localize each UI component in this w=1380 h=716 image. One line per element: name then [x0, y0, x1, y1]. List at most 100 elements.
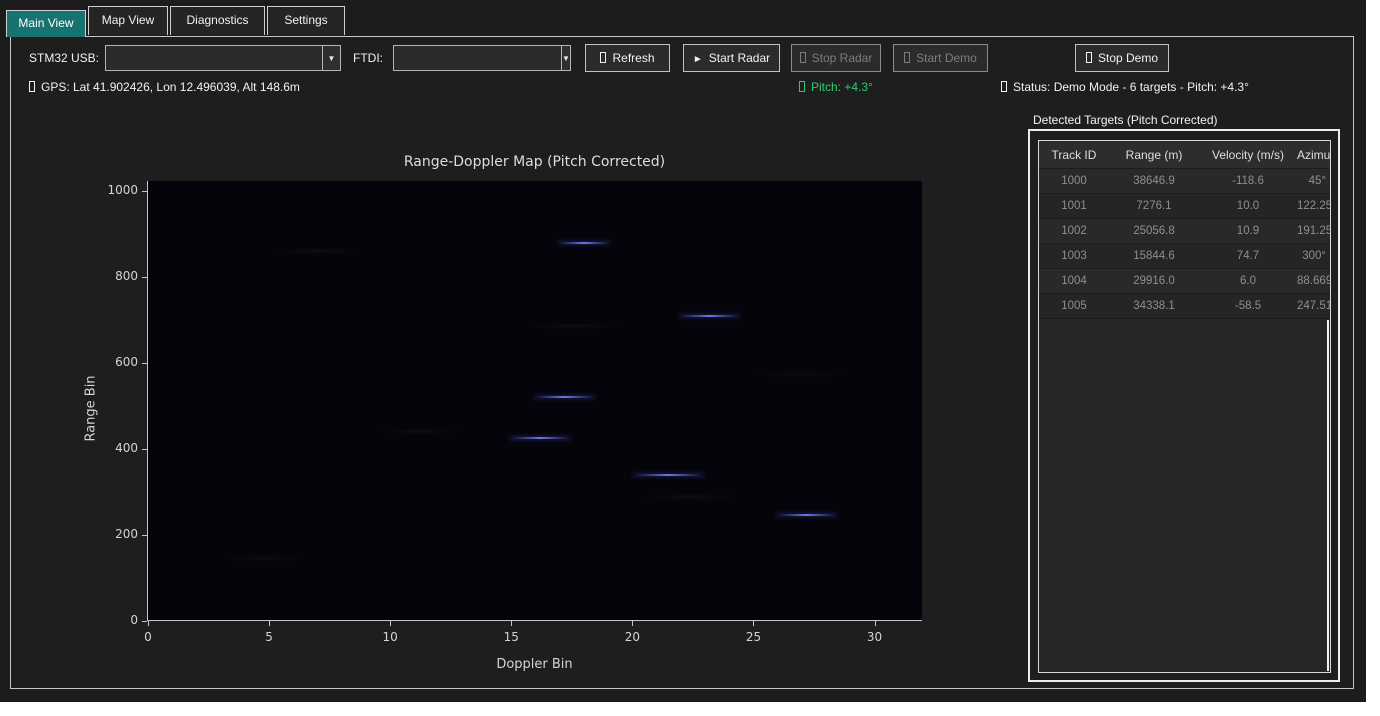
y-tick-label: 800 — [92, 269, 138, 283]
y-tick-label: 200 — [92, 527, 138, 541]
x-tick — [390, 621, 391, 626]
table-cell: 1003 — [1039, 250, 1109, 262]
chevron-down-icon[interactable]: ▼ — [561, 46, 570, 70]
table-cell: 25056.8 — [1109, 225, 1199, 237]
stop-icon — [1086, 52, 1092, 63]
table-cell: 247.5104 — [1297, 300, 1331, 312]
stm32-port-input[interactable] — [106, 46, 322, 70]
start-radar-button[interactable]: ►Start Radar — [683, 44, 780, 72]
status-icon — [1001, 81, 1007, 92]
table-cell: 1000 — [1039, 175, 1109, 187]
table-cell: 122.2510 — [1297, 200, 1331, 212]
x-tick — [753, 621, 754, 626]
tab-main-view[interactable]: Main View — [6, 10, 86, 37]
table-cell: 6.0 — [1199, 275, 1297, 287]
target-streak — [678, 315, 741, 317]
x-tick-label: 30 — [855, 630, 895, 644]
tab-settings[interactable]: Settings — [267, 6, 345, 35]
targets-table[interactable]: Track ID Range (m) Velocity (m/s) Azimu … — [1038, 140, 1331, 673]
table-cell: -58.5 — [1199, 300, 1297, 312]
chevron-down-icon[interactable]: ▼ — [322, 46, 340, 70]
x-tick-label: 0 — [128, 630, 168, 644]
col-track-id: Track ID — [1039, 148, 1109, 162]
demo-icon — [904, 52, 910, 63]
refresh-button[interactable]: Refresh — [585, 44, 670, 72]
table-cell: -118.6 — [1199, 175, 1297, 187]
x-tick — [632, 621, 633, 626]
x-tick-label: 20 — [612, 630, 652, 644]
system-status: Status: Demo Mode - 6 targets - Pitch: +… — [1001, 80, 1249, 94]
table-cell: 15844.6 — [1109, 250, 1199, 262]
x-tick-label: 5 — [249, 630, 289, 644]
table-row[interactable]: 100429916.06.088.66998 — [1039, 269, 1330, 294]
tab-diagnostics[interactable]: Diagnostics — [170, 6, 265, 35]
table-cell: 1002 — [1039, 225, 1109, 237]
x-tick — [269, 621, 270, 626]
targets-table-body: 100038646.9-118.645°10017276.110.0122.25… — [1039, 169, 1330, 319]
table-row[interactable]: 100534338.1-58.5247.5104 — [1039, 294, 1330, 319]
y-tick — [142, 363, 147, 364]
table-cell: 7276.1 — [1109, 200, 1199, 212]
y-tick-label: 1000 — [92, 183, 138, 197]
table-row[interactable]: 100315844.674.7300° — [1039, 244, 1330, 269]
table-cell: 29916.0 — [1109, 275, 1199, 287]
ftdi-port-input[interactable] — [394, 46, 561, 70]
table-cell: 34338.1 — [1109, 300, 1199, 312]
table-cell: 38646.9 — [1109, 175, 1199, 187]
y-tick-label: 600 — [92, 355, 138, 369]
play-icon: ► — [693, 54, 703, 65]
table-cell: 45° — [1297, 175, 1330, 187]
col-range: Range (m) — [1109, 148, 1199, 162]
y-tick — [142, 535, 147, 536]
app-window: Main View Map View Diagnostics Settings … — [0, 0, 1366, 702]
y-tick — [142, 191, 147, 192]
pitch-indicator: Pitch: +4.3° — [799, 80, 873, 94]
target-streak — [509, 437, 572, 439]
col-azimuth: Azimu — [1297, 148, 1331, 162]
x-tick — [148, 621, 149, 626]
x-tick-label: 15 — [491, 630, 531, 644]
table-row[interactable]: 100225056.810.9191.2552 — [1039, 219, 1330, 244]
x-axis-label: Doppler Bin — [147, 657, 922, 672]
table-cell: 1001 — [1039, 200, 1109, 212]
table-scrollbar[interactable] — [1327, 320, 1329, 671]
y-axis-label: Range Bin — [84, 375, 99, 441]
start-demo-button[interactable]: Start Demo — [893, 44, 988, 72]
y-tick-label: 400 — [92, 441, 138, 455]
plot-area: 05101520253002004006008001000 — [147, 181, 922, 621]
y-tick — [142, 277, 147, 278]
table-cell: 1005 — [1039, 300, 1109, 312]
x-tick-label: 25 — [733, 630, 773, 644]
table-cell: 191.2552 — [1297, 225, 1331, 237]
tab-map-view[interactable]: Map View — [88, 6, 168, 35]
target-streak — [632, 474, 705, 476]
targets-caption: Detected Targets (Pitch Corrected) — [1033, 113, 1218, 127]
x-tick — [875, 621, 876, 626]
main-view-pane: STM32 USB: ▼ FTDI: ▼ Refresh ►Start Rada… — [10, 36, 1354, 689]
table-cell: 88.66998 — [1297, 275, 1331, 287]
ftdi-label: FTDI: — [353, 51, 383, 65]
table-cell: 10.0 — [1199, 200, 1297, 212]
plot-title: Range-Doppler Map (Pitch Corrected) — [147, 154, 922, 170]
ftdi-port-combo[interactable]: ▼ — [393, 45, 571, 71]
y-tick-label: 0 — [92, 613, 138, 627]
stop-radar-button[interactable]: Stop Radar — [791, 44, 881, 72]
targets-table-header: Track ID Range (m) Velocity (m/s) Azimu — [1039, 141, 1330, 169]
x-tick-label: 10 — [370, 630, 410, 644]
satellite-icon — [29, 81, 35, 92]
stop-demo-button[interactable]: Stop Demo — [1075, 44, 1169, 72]
target-streak — [557, 242, 610, 244]
y-tick — [142, 449, 147, 450]
y-tick — [142, 621, 147, 622]
table-cell: 10.9 — [1199, 225, 1297, 237]
gyro-icon — [799, 81, 805, 92]
table-cell: 300° — [1297, 250, 1330, 262]
x-tick — [511, 621, 512, 626]
stop-icon — [800, 52, 806, 63]
table-row[interactable]: 10017276.110.0122.2510 — [1039, 194, 1330, 219]
table-row[interactable]: 100038646.9-118.645° — [1039, 169, 1330, 194]
table-cell: 74.7 — [1199, 250, 1297, 262]
table-cell: 1004 — [1039, 275, 1109, 287]
target-streak — [533, 396, 596, 398]
stm32-port-combo[interactable]: ▼ — [105, 45, 341, 71]
